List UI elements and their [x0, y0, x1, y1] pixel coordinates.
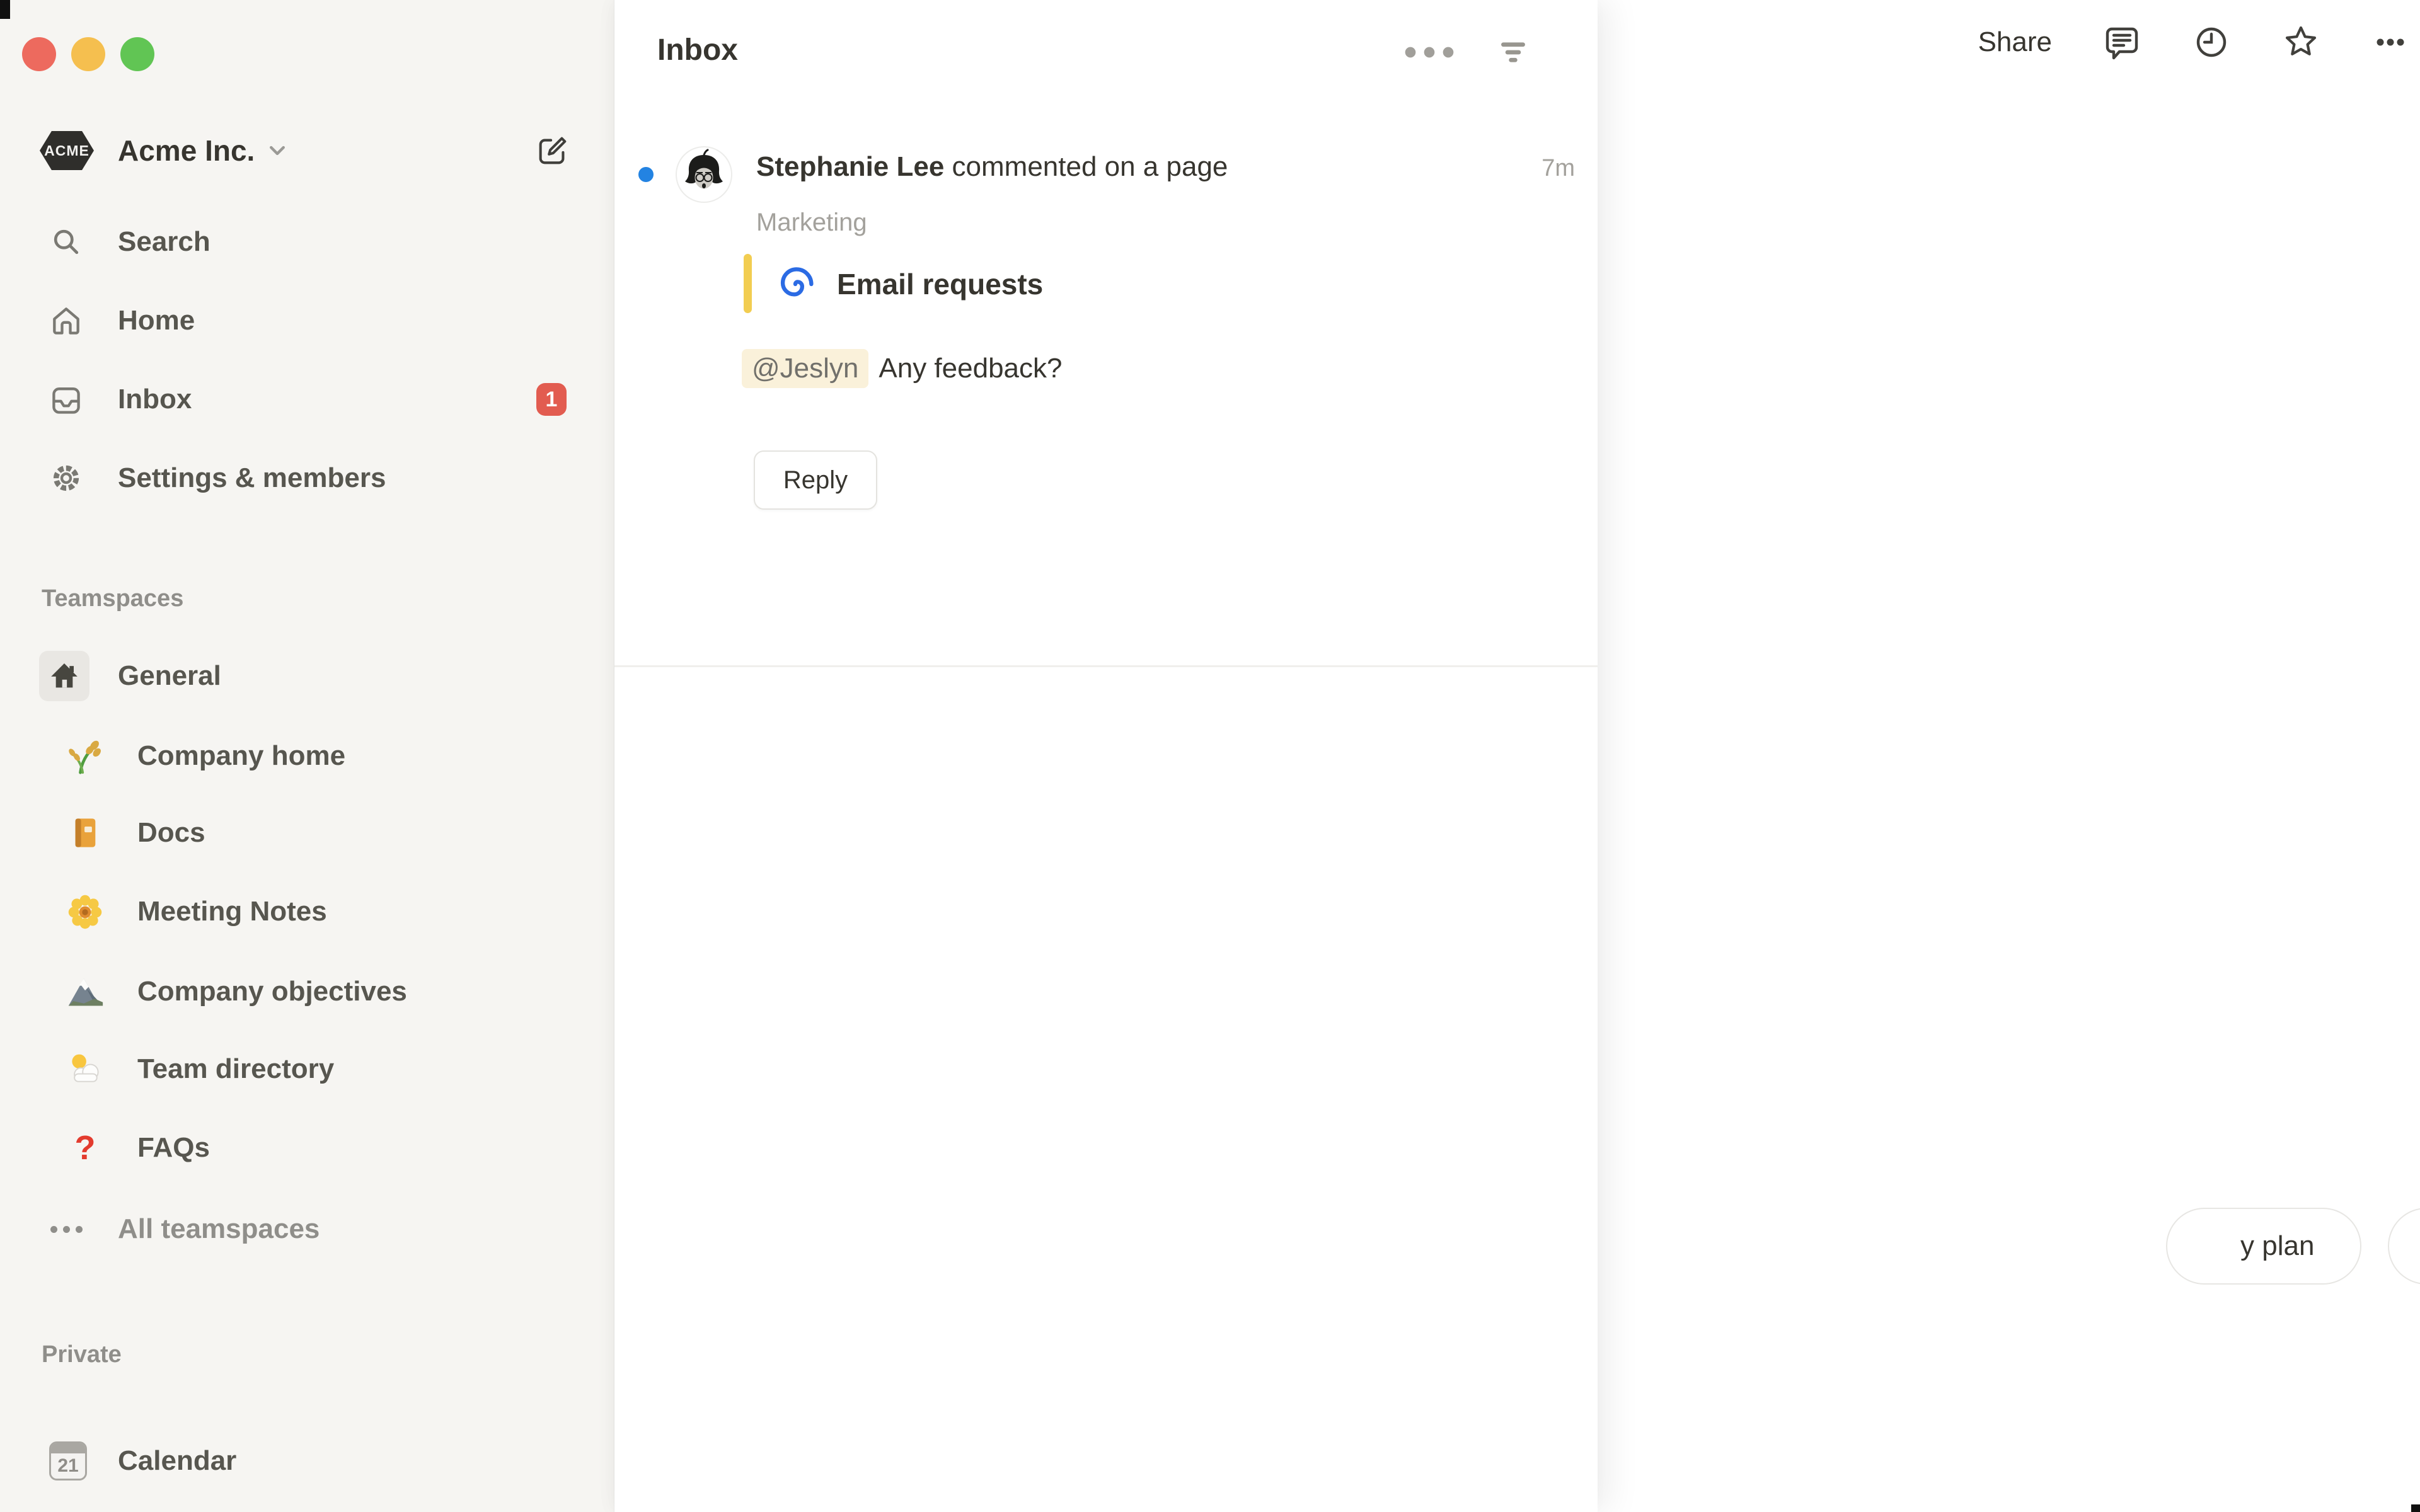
cyclone-icon: [777, 266, 814, 302]
teamspaces-section-header: Teamspaces: [42, 585, 183, 612]
page-link[interactable]: Email requests: [837, 267, 1043, 301]
sidebar-item-all-teamspaces[interactable]: All teamspaces: [0, 1199, 614, 1259]
sidebar-item-label: General: [118, 660, 221, 692]
comment-message: @Jeslyn Any feedback?: [742, 349, 1062, 388]
sidebar-item-label: Inbox: [118, 384, 192, 415]
quote-bar: [744, 254, 752, 313]
page-topbar: Share: [1978, 23, 2410, 62]
reply-button[interactable]: Reply: [754, 450, 877, 510]
window-controls: [22, 37, 154, 71]
sidebar-item-search[interactable]: Search: [0, 212, 614, 272]
red-question-mark-icon: ?: [65, 1128, 105, 1168]
sidebar-item-label: Home: [118, 305, 195, 336]
search-icon: [47, 223, 85, 261]
chevron-down-icon: [263, 137, 291, 164]
sidebar-item-company-objectives[interactable]: Company objectives: [0, 961, 614, 1022]
workspace-context: Marketing: [756, 209, 867, 237]
mountain-icon: [65, 971, 105, 1012]
workspace-name: Acme Inc.: [118, 134, 255, 168]
sidebar-item-label: Search: [118, 226, 210, 258]
message-text: Any feedback?: [879, 353, 1062, 384]
sidebar-item-home[interactable]: Home: [0, 290, 614, 351]
private-section-header: Private: [42, 1341, 122, 1368]
house-block-icon: [39, 651, 89, 701]
filter-icon[interactable]: [1488, 33, 1538, 72]
sidebar-item-settings[interactable]: Settings & members: [0, 448, 614, 508]
sidebar-item-label: Company objectives: [137, 976, 407, 1007]
gear-icon: [47, 459, 85, 497]
sidebar-item-docs[interactable]: Docs: [0, 803, 614, 863]
sidebar-item-label: Calendar: [118, 1445, 236, 1477]
journal-pill-button[interactable]: Journal: [2388, 1208, 2420, 1285]
more-icon[interactable]: [2371, 23, 2410, 62]
sidebar-item-label: FAQs: [137, 1132, 210, 1164]
screen-corner-artifact: [0, 0, 10, 19]
blossom-icon: [65, 891, 105, 932]
zoom-window-button[interactable]: [120, 37, 154, 71]
sidebar-item-team-directory[interactable]: Team directory: [0, 1039, 614, 1099]
workspace-logo: ACME: [40, 131, 94, 170]
plan-pill-label: y plan: [2240, 1230, 2314, 1262]
screen-corner-artifact: [2411, 1504, 2420, 1512]
divider: [614, 665, 1598, 667]
more-icon[interactable]: [1395, 35, 1464, 70]
home-icon: [47, 302, 85, 340]
mention-chip[interactable]: @Jeslyn: [742, 349, 868, 388]
sidebar-item-label: Docs: [137, 817, 205, 849]
sidebar-item-general[interactable]: General: [0, 646, 614, 706]
sidebar-item-faqs[interactable]: ? FAQs: [0, 1118, 614, 1178]
sheaf-of-rice-icon: [65, 736, 105, 776]
workspace-switcher[interactable]: ACME Acme Inc.: [0, 126, 614, 175]
sun-behind-cloud-icon: [65, 1049, 105, 1089]
compose-icon[interactable]: [533, 131, 572, 170]
calendar-icon: 21: [49, 1442, 87, 1480]
author-name: Stephanie Lee: [756, 151, 944, 182]
sidebar-item-label: Company home: [137, 740, 345, 772]
sidebar-item-meeting-notes[interactable]: Meeting Notes: [0, 881, 614, 942]
sidebar-item-calendar[interactable]: 21 Calendar: [0, 1431, 614, 1491]
inbox-popover: Inbox: [614, 0, 1598, 1512]
unread-dot: [638, 167, 654, 182]
avatar: [675, 146, 733, 203]
minimize-window-button[interactable]: [71, 37, 105, 71]
clock-icon[interactable]: [2192, 23, 2231, 62]
inbox-panel-title: Inbox: [657, 33, 738, 67]
sidebar-item-label: All teamspaces: [118, 1213, 320, 1245]
sidebar-item-label: Settings & members: [118, 462, 386, 494]
notification-headline: Stephanie Lee commented on a page: [756, 151, 1228, 183]
timestamp: 7m: [1541, 155, 1575, 182]
comment-icon[interactable]: [2102, 23, 2141, 62]
sidebar: ACME Acme Inc. Search Home: [0, 0, 614, 1512]
plan-pill-button[interactable]: y plan: [2166, 1208, 2361, 1285]
close-window-button[interactable]: [22, 37, 56, 71]
share-button[interactable]: Share: [1978, 26, 2052, 58]
sidebar-item-label: Team directory: [137, 1053, 334, 1085]
inbox-unread-badge: 1: [536, 383, 567, 416]
sidebar-item-company-home[interactable]: Company home: [0, 726, 614, 786]
orange-book-icon: [65, 813, 105, 853]
action-text: commented on a page: [944, 151, 1228, 182]
star-icon[interactable]: [2281, 23, 2320, 62]
app-window: ACME Acme Inc. Search Home: [0, 0, 2420, 1512]
inbox-tray-icon: [47, 381, 85, 418]
ellipsis-icon: [47, 1210, 85, 1248]
sidebar-item-inbox[interactable]: Inbox 1: [0, 369, 614, 430]
sidebar-item-label: Meeting Notes: [137, 896, 327, 927]
